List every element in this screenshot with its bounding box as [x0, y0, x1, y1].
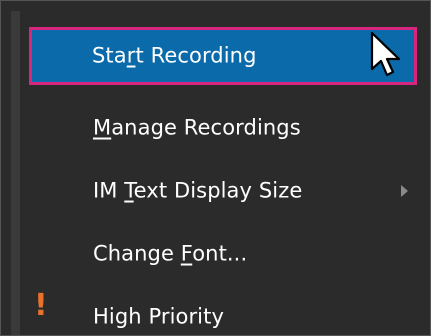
menu-item-change-font[interactable]: Change Font...	[20, 226, 420, 282]
menu-item-start-recording[interactable]: Start Recording	[29, 27, 417, 85]
exclamation-icon: !	[34, 288, 48, 323]
menu-item-high-priority[interactable]: ! High Priority	[20, 288, 420, 335]
menu-item-im-text-display-size[interactable]: IM Text Display Size	[20, 163, 420, 219]
submenu-arrow-icon	[401, 185, 408, 197]
menu-item-label: Manage Recordings	[93, 115, 301, 140]
context-menu: Start Recording Manage Recordings IM Tex…	[0, 0, 431, 336]
menu-item-label: Start Recording	[92, 43, 257, 68]
menu-item-label: Change Font...	[93, 241, 248, 266]
menu-icon-gutter	[11, 11, 20, 335]
arrow-cursor-icon	[370, 31, 401, 77]
menu-item-label: High Priority	[93, 304, 224, 329]
menu-item-manage-recordings[interactable]: Manage Recordings	[20, 100, 420, 156]
menu-item-label: IM Text Display Size	[93, 178, 303, 203]
